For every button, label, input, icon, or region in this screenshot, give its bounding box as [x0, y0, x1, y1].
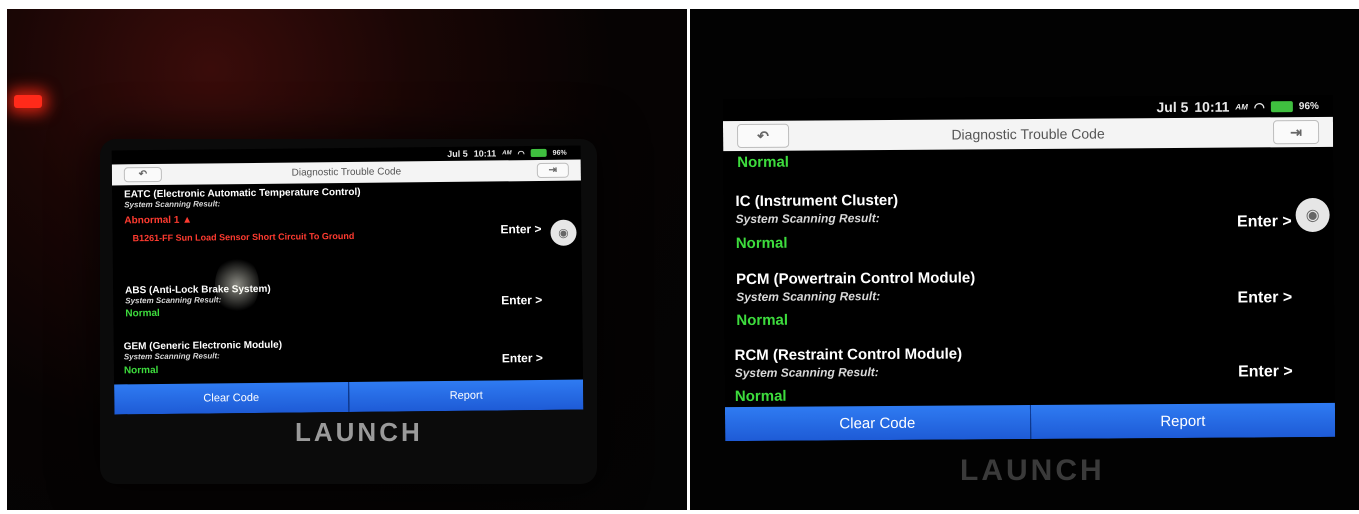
- report-button[interactable]: Report: [1029, 402, 1336, 439]
- status-time: 10:11: [1194, 98, 1230, 115]
- right-device-photo: Jul 5 10:11 AM ◠ 96% ↶ Diagnostic Troubl…: [690, 9, 1359, 510]
- exit-icon: ⇥: [1290, 123, 1302, 140]
- enter-button-ic[interactable]: Enter >: [1237, 213, 1292, 231]
- page-title: Diagnostic Trouble Code: [291, 166, 402, 179]
- page-title: Diagnostic Trouble Code: [951, 125, 1105, 143]
- camera-icon: ◉: [558, 225, 569, 240]
- scan-result: Normal: [734, 387, 787, 406]
- previous-module-result: Normal: [737, 153, 790, 172]
- module-name: IC (Instrument Cluster): [735, 191, 899, 211]
- module-name: RCM (Restraint Control Module): [734, 345, 963, 365]
- left-screen: Jul 5 10:11 AM ◠ 96% ↶ Diagnostic Troubl…: [111, 145, 584, 415]
- enter-button-gem[interactable]: Enter >: [502, 351, 543, 365]
- clear-code-button[interactable]: Clear Code: [724, 405, 1030, 442]
- back-button[interactable]: ↶: [123, 166, 162, 183]
- battery-icon: [1270, 100, 1293, 112]
- status-ampm: AM: [502, 150, 512, 157]
- status-bar: Jul 5 10:11 AM ◠ 96%: [1156, 95, 1319, 118]
- back-arrow-icon: ↶: [138, 169, 148, 181]
- wifi-icon: ◠: [1253, 99, 1265, 114]
- screenshot-button[interactable]: ◉: [1295, 197, 1330, 233]
- status-ampm: AM: [1235, 101, 1248, 112]
- battery-icon: [530, 148, 547, 158]
- bottom-button-bar: Clear Code Report: [724, 402, 1336, 442]
- exit-button[interactable]: ⇥: [536, 162, 569, 179]
- enter-button-eatc[interactable]: Enter >: [500, 222, 541, 236]
- brand-logo: LAUNCH: [295, 417, 423, 447]
- title-bar: ↶ Diagnostic Trouble Code ⇥: [111, 159, 581, 186]
- report-button[interactable]: Report: [348, 379, 584, 412]
- clear-code-button[interactable]: Clear Code: [114, 381, 349, 415]
- back-arrow-icon: ↶: [757, 127, 769, 144]
- exit-icon: ⇥: [548, 164, 558, 176]
- result-text: Abnormal 1: [124, 214, 180, 227]
- wifi-icon: ◠: [517, 149, 525, 159]
- battery-level: 96%: [1298, 100, 1319, 112]
- title-bar: ↶ Diagnostic Trouble Code ⇥: [722, 116, 1334, 152]
- module-name: PCM (Powertrain Control Module): [736, 269, 976, 289]
- status-date: Jul 5: [447, 148, 468, 159]
- enter-button-rcm[interactable]: Enter >: [1238, 363, 1293, 381]
- battery-level: 96%: [552, 149, 567, 157]
- bottom-button-bar: Clear Code Report: [114, 379, 584, 415]
- screenshot-button[interactable]: ◉: [550, 219, 577, 246]
- scan-result: Normal: [736, 311, 789, 330]
- caret-up-icon: ▲: [182, 214, 193, 226]
- right-screen: Jul 5 10:11 AM ◠ 96% ↶ Diagnostic Troubl…: [722, 94, 1336, 442]
- brand-logo: LAUNCH: [960, 454, 1105, 487]
- status-bar: Jul 5 10:11 AM ◠ 96%: [447, 146, 567, 161]
- power-led: [14, 95, 42, 108]
- status-time: 10:11: [473, 148, 497, 159]
- status-date: Jul 5: [1156, 98, 1189, 116]
- camera-icon: ◉: [1305, 206, 1320, 225]
- scan-result: Normal: [735, 234, 788, 253]
- left-device-photo: Jul 5 10:11 AM ◠ 96% ↶ Diagnostic Troubl…: [7, 9, 687, 510]
- enter-button-abs[interactable]: Enter >: [501, 293, 542, 307]
- back-button[interactable]: ↶: [736, 123, 790, 149]
- enter-button-pcm[interactable]: Enter >: [1237, 289, 1292, 307]
- exit-button[interactable]: ⇥: [1272, 119, 1320, 145]
- light-glare: [215, 255, 259, 315]
